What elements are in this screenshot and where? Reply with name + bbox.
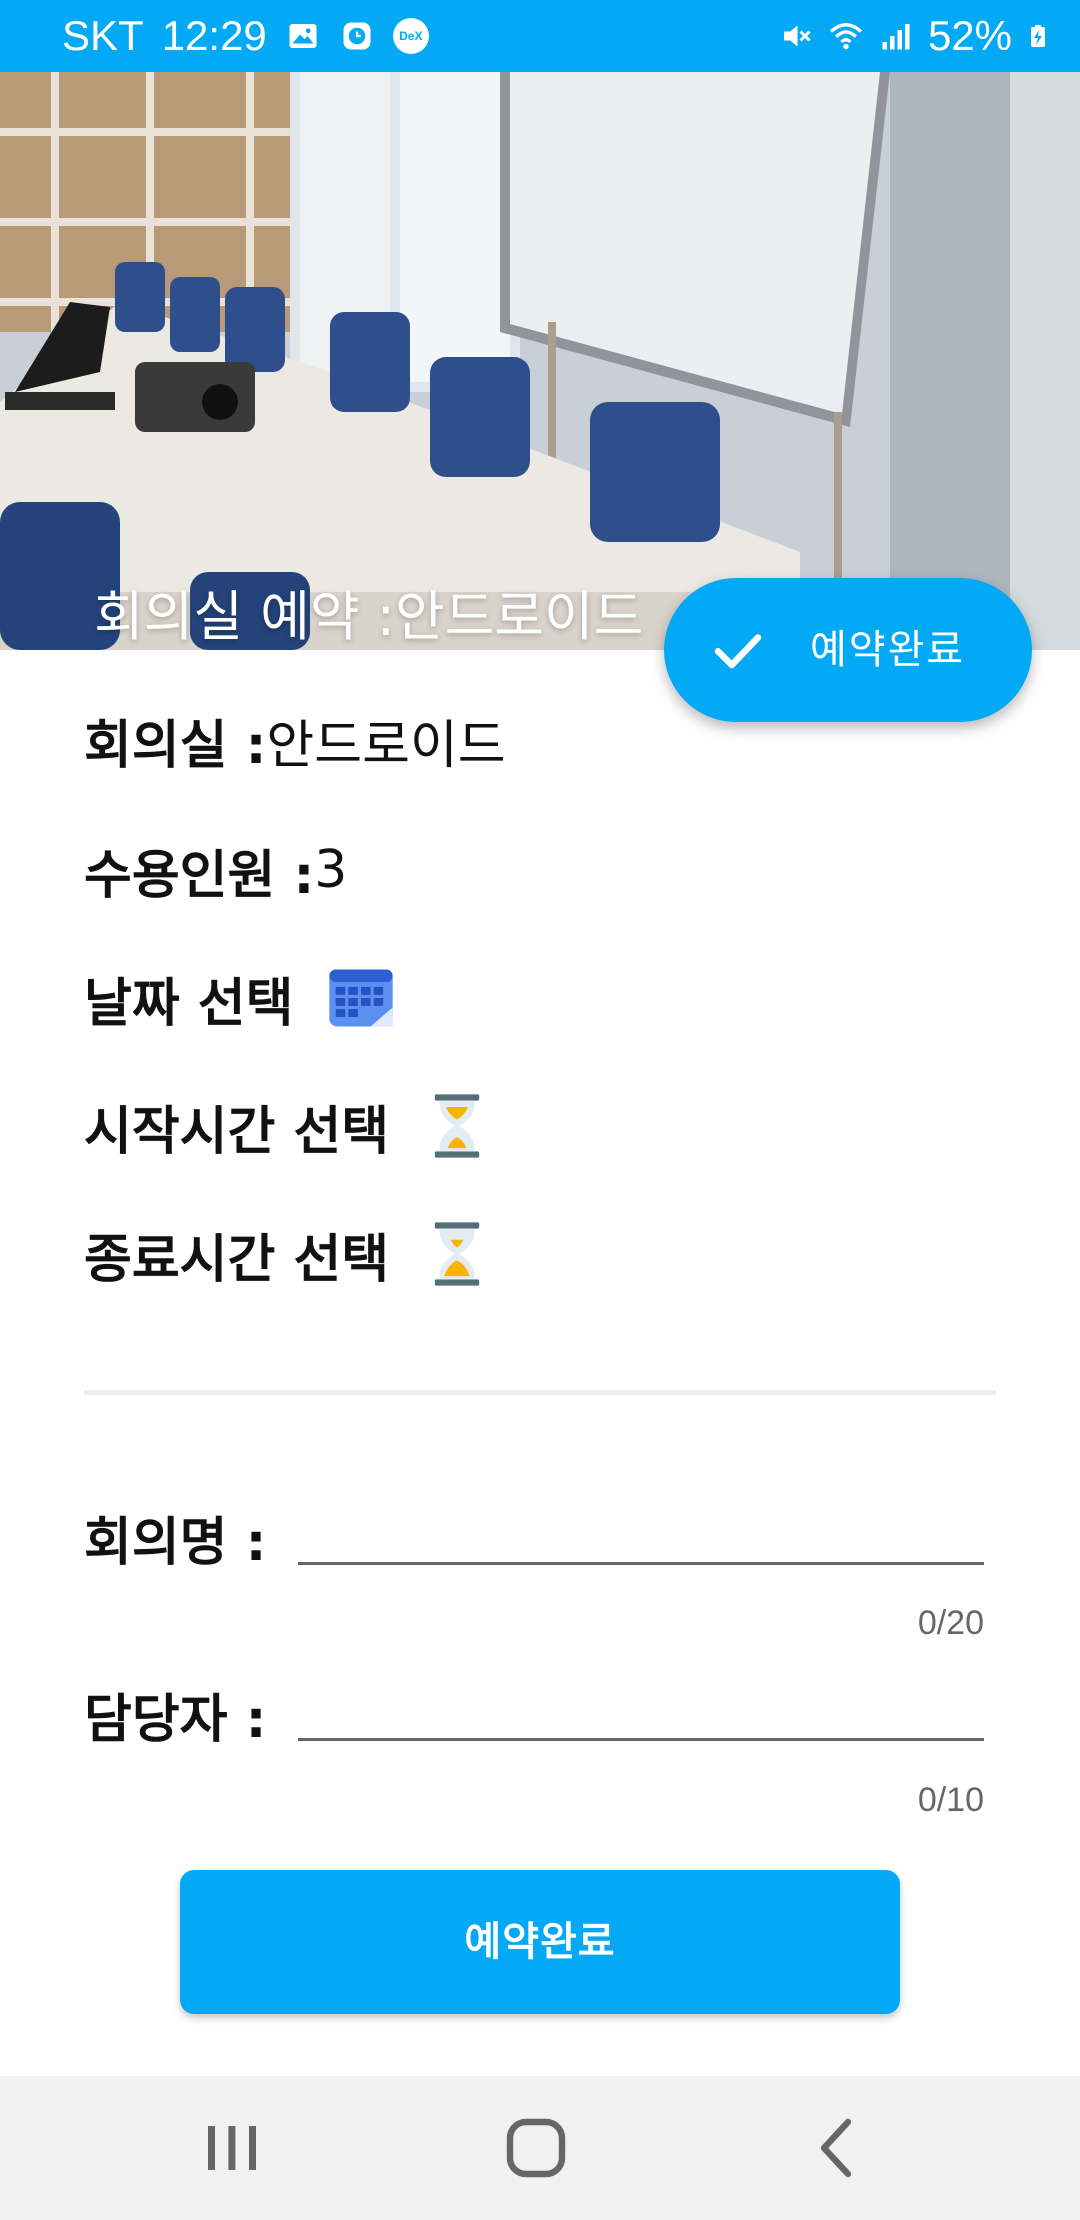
submit-reservation-button[interactable]: 예약완료 xyxy=(180,1870,900,2014)
dex-icon: DeX xyxy=(392,18,429,54)
owner-input[interactable] xyxy=(298,1674,984,1741)
room-row: 회의실 : 안드로이드 xyxy=(84,700,506,780)
header-image: 회의실 예약 :안드로이드 xyxy=(0,72,1080,650)
capacity-value: 3 xyxy=(314,840,348,900)
meeting-name-counter: 0/20 xyxy=(917,1604,984,1642)
hourglass-icon[interactable] xyxy=(419,1088,495,1164)
date-select-label: 날짜 선택 xyxy=(84,973,294,1034)
hourglass-icon[interactable] xyxy=(419,1216,495,1292)
confirm-fab[interactable]: 예약완료 xyxy=(664,578,1032,722)
capacity-label: 수용인원 : xyxy=(84,845,315,906)
clock: 12:29 xyxy=(161,12,267,59)
meeting-name-label: 회의명 : xyxy=(84,1513,267,1573)
meeting-room-photo xyxy=(0,72,1080,650)
owner-counter: 0/10 xyxy=(917,1781,984,1819)
mute-icon xyxy=(783,25,811,47)
date-select-row[interactable]: 날짜 선택 xyxy=(84,958,399,1038)
status-right: 52% xyxy=(778,0,1050,72)
header-title: 회의실 예약 :안드로이드 xyxy=(94,585,644,648)
check-icon xyxy=(714,634,762,669)
recent-apps-icon[interactable] xyxy=(192,2108,272,2188)
meeting-name-input[interactable] xyxy=(298,1498,984,1565)
room-label: 회의실 : xyxy=(84,715,267,776)
fab-label: 예약완료 xyxy=(810,627,966,673)
end-time-row[interactable]: 종료시간 선택 xyxy=(84,1214,495,1294)
capacity-row: 수용인원 : 3 xyxy=(84,830,347,910)
start-time-row[interactable]: 시작시간 선택 xyxy=(84,1086,495,1166)
room-value: 안드로이드 xyxy=(266,715,506,776)
back-icon[interactable] xyxy=(798,2108,878,2188)
section-divider xyxy=(84,1390,996,1395)
nav-bar xyxy=(0,2076,1080,2220)
calendar-icon[interactable] xyxy=(323,960,399,1036)
home-icon[interactable] xyxy=(496,2108,576,2188)
status-bar: SKT 12:29 DeX 52% xyxy=(0,0,1080,72)
owner-label: 담당자 : xyxy=(84,1690,267,1750)
clock-app-icon xyxy=(343,22,371,50)
battery-charging-icon xyxy=(1031,25,1045,47)
carrier: SKT xyxy=(62,12,144,59)
battery-percent: 52% xyxy=(927,12,1012,59)
end-time-label: 종료시간 선택 xyxy=(84,1229,390,1290)
start-time-label: 시작시간 선택 xyxy=(84,1101,390,1162)
image-icon xyxy=(289,24,317,48)
status-left: SKT 12:29 DeX xyxy=(62,0,429,72)
wifi-icon xyxy=(829,23,863,50)
signal-icon xyxy=(882,24,910,50)
